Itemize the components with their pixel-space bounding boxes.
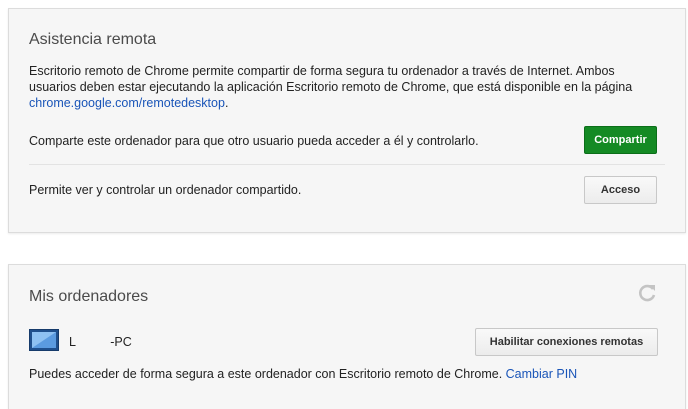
my-computers-title: Mis ordenadores	[29, 288, 149, 305]
remote-desktop-link[interactable]: chrome.google.com/remotedesktop	[29, 96, 225, 110]
host-footer-text: Puedes acceder de forma segura a este or…	[29, 367, 503, 381]
my-computers-card: Mis ordenadores L -PC Habilitar conexion…	[8, 264, 686, 409]
divider	[29, 164, 665, 165]
change-pin-link[interactable]: Cambiar PIN	[506, 367, 578, 381]
refresh-icon[interactable]	[636, 283, 658, 305]
remote-assistance-title: Asistencia remota	[29, 31, 157, 48]
description-line-1: Escritorio remoto de Chrome permite comp…	[29, 64, 615, 78]
description-line-2: usuarios deben estar ejecutando la aplic…	[29, 80, 633, 94]
remote-assistance-description: Escritorio remoto de Chrome permite comp…	[29, 63, 669, 111]
share-button[interactable]: Compartir	[584, 126, 657, 154]
access-button[interactable]: Acceso	[584, 176, 657, 204]
remote-assistance-card: Asistencia remota Escritorio remoto de C…	[8, 8, 686, 233]
description-link-suffix: .	[224, 96, 229, 110]
access-description: Permite ver y controlar un ordenador com…	[29, 183, 302, 197]
enable-remote-connections-button[interactable]: Habilitar conexiones remotas	[475, 328, 658, 356]
share-description: Comparte este ordenador para que otro us…	[29, 134, 479, 148]
host-footer: Puedes acceder de forma segura a este or…	[29, 367, 577, 381]
monitor-icon	[29, 329, 59, 351]
host-name: L -PC	[69, 335, 132, 349]
